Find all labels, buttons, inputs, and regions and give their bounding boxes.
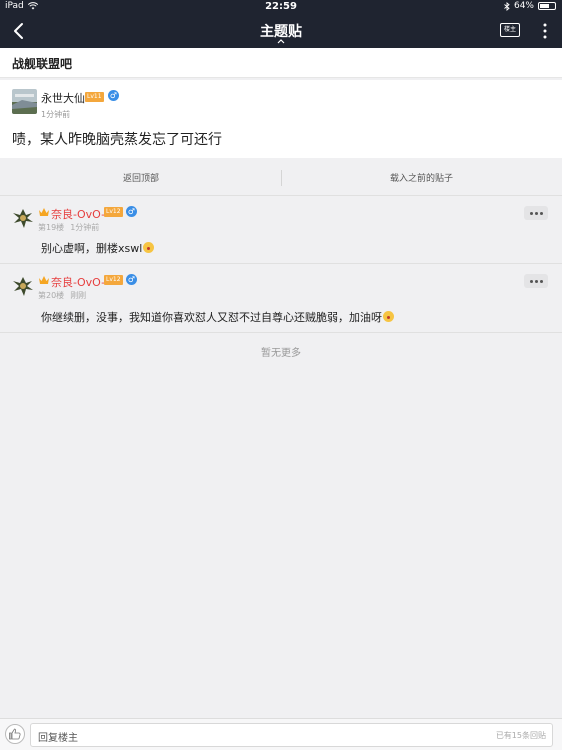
emoji-icon — [383, 311, 394, 322]
floor-number: 第19楼 — [38, 223, 65, 232]
post-content: 啧，某人昨晚脑壳蒸发忘了可还行 — [12, 132, 222, 148]
more-menu-button[interactable] — [524, 274, 548, 288]
forum-name: 战舰联盟吧 — [12, 57, 73, 71]
male-icon: ♂ — [126, 274, 137, 285]
reply-content: 别心虚啊，删楼xswl — [41, 240, 155, 256]
emoji-icon — [143, 242, 155, 253]
load-previous-button[interactable]: 载入之前的贴子 — [390, 171, 453, 184]
like-button[interactable] — [5, 724, 25, 744]
more-vertical-icon[interactable] — [542, 23, 548, 39]
male-icon: ♂ — [126, 206, 137, 217]
bluetooth-icon — [504, 1, 510, 11]
reply-item: 奈良-OvO- Lv12 ♂ 第19楼 1分钟前 别心虚啊，删楼xswl — [0, 197, 562, 264]
reply-time: 刚刚 — [70, 291, 87, 300]
battery-percent: 64% — [513, 1, 534, 11]
nav-bar: 主题贴 楼主 — [0, 14, 562, 48]
reply-content: 你继续删，没事，我知道你喜欢怼人又怼不过自尊心还贼脆弱，加油呀 — [41, 309, 394, 325]
reply-meta: 第19楼 1分钟前 — [38, 222, 105, 233]
reply-time: 1分钟前 — [70, 223, 100, 232]
reply-author[interactable]: 奈良-OvO- — [51, 206, 105, 222]
reply-count: 已有15条回贴 — [495, 731, 546, 740]
avatar[interactable] — [12, 207, 34, 229]
battery-icon — [538, 2, 556, 10]
status-bar: iPad 22:59 64% — [0, 0, 562, 14]
thread-actions: 返回顶部 载入之前的贴子 — [0, 160, 562, 196]
level-badge: Lv11 — [85, 92, 104, 102]
no-more-label: 暂无更多 — [261, 348, 301, 359]
floor-number: 第20楼 — [38, 291, 65, 300]
post-time: 1分钟前 — [41, 110, 71, 119]
male-icon: ♂ — [108, 90, 119, 101]
reply-item: 奈良-OvO- Lv12 ♂ 第20楼 刚刚 你继续删，没事，我知道你喜欢怼人又怼… — [0, 265, 562, 333]
level-badge: Lv12 — [104, 275, 123, 285]
forum-header[interactable]: 战舰联盟吧 — [0, 48, 562, 78]
post-author[interactable]: 永世大仙 — [41, 90, 85, 106]
reply-input[interactable]: 回复楼主 已有15条回贴 — [30, 723, 553, 747]
avatar[interactable] — [12, 275, 34, 297]
chevron-up-icon[interactable] — [276, 38, 286, 44]
back-to-top-button[interactable]: 返回顶部 — [123, 171, 159, 184]
crown-icon — [39, 208, 49, 216]
clock: 22:59 — [265, 1, 297, 12]
reply-meta: 第20楼 刚刚 — [38, 290, 92, 301]
only-op-button[interactable]: 楼主 — [500, 23, 520, 37]
avatar[interactable] — [12, 89, 37, 114]
reply-placeholder: 回复楼主 — [38, 733, 78, 744]
reply-bar: 回复楼主 已有15条回贴 — [0, 718, 562, 750]
crown-icon — [39, 276, 49, 284]
main-post: 永世大仙 Lv11 ♂ 1分钟前 啧，某人昨晚脑壳蒸发忘了可还行 — [0, 80, 562, 158]
more-menu-button[interactable] — [524, 206, 548, 220]
thumbs-up-icon — [9, 728, 21, 740]
level-badge: Lv12 — [104, 207, 123, 217]
divider — [281, 170, 282, 186]
reply-author[interactable]: 奈良-OvO- — [51, 274, 105, 290]
